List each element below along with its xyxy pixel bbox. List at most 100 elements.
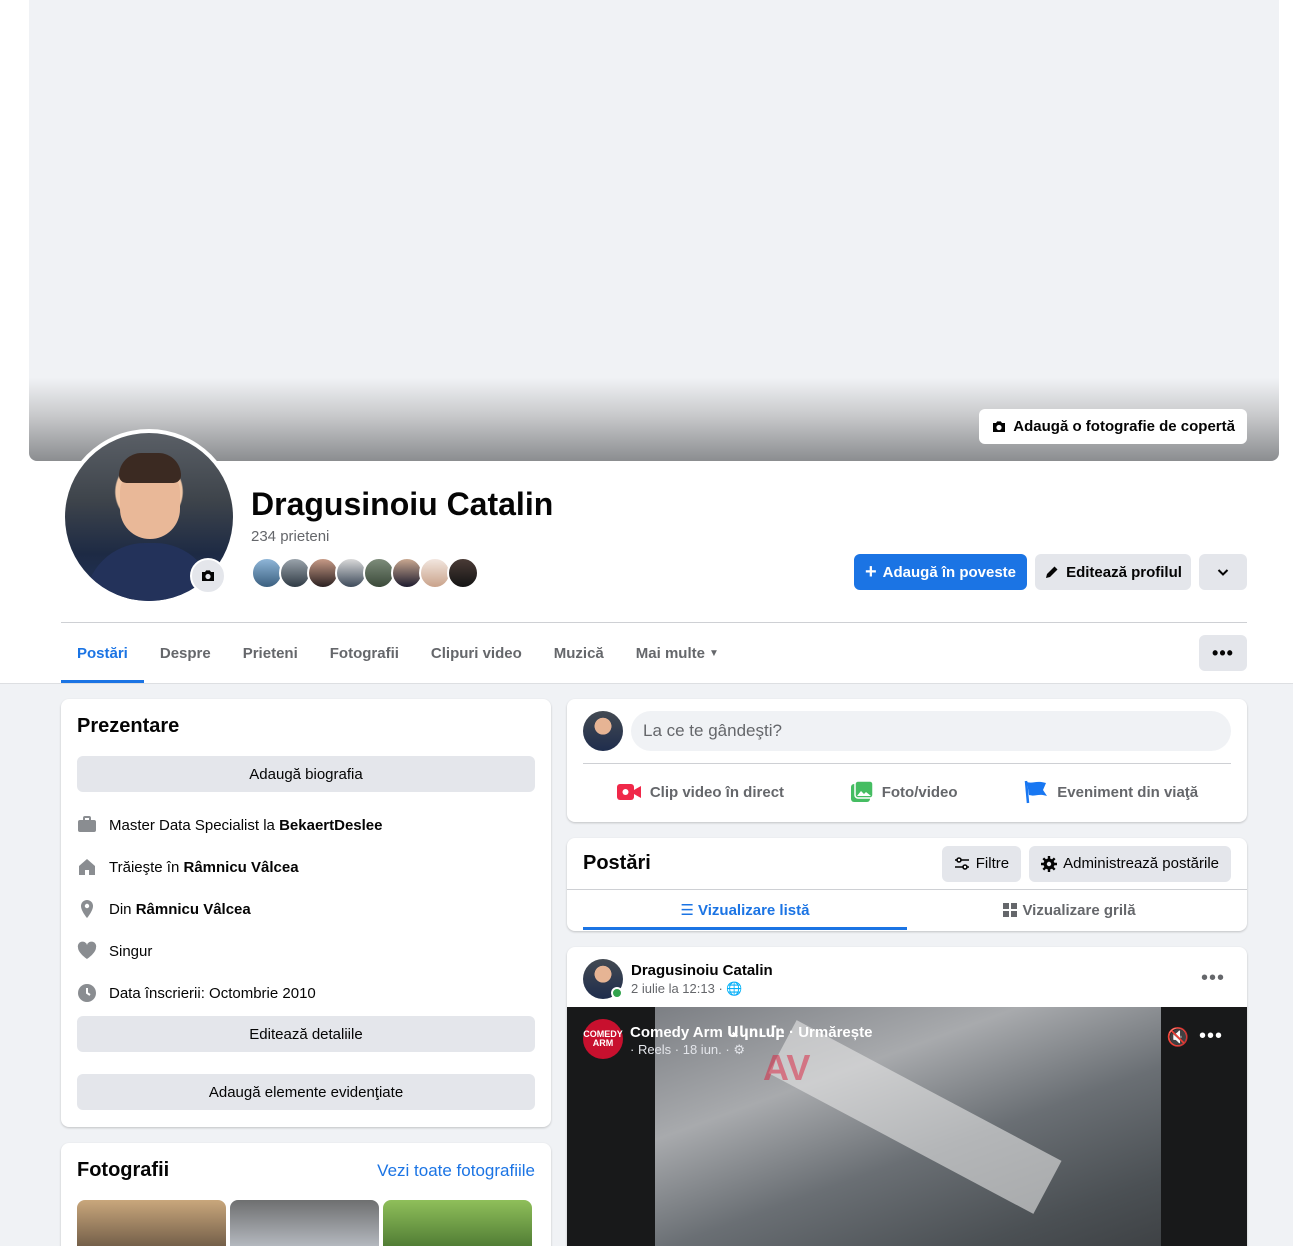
heart-icon	[77, 941, 97, 961]
pencil-icon	[1046, 566, 1058, 578]
camera-icon	[993, 420, 1006, 432]
post-meta: 2 iulie la 12:13 · 🌐	[631, 981, 773, 997]
add-bio-button[interactable]: Adaugă biografia	[77, 756, 535, 792]
grid-icon	[1003, 903, 1018, 917]
friend-avatar[interactable]	[447, 557, 479, 589]
add-cover-photo-button[interactable]: Adaugă o fotografie de copertă	[979, 409, 1247, 444]
tab-friends[interactable]: Prieteni	[227, 623, 314, 683]
post-options-button[interactable]: •••	[1201, 967, 1225, 990]
profile-options-button[interactable]	[1199, 554, 1247, 590]
caret-down-icon: ▼	[708, 647, 719, 659]
intro-relationship: Singur	[77, 930, 535, 972]
tab-posts[interactable]: Postări	[61, 623, 144, 683]
manage-posts-button[interactable]: Administrează postările	[1029, 845, 1231, 882]
live-video-button[interactable]: Clip video în direct	[616, 772, 784, 812]
tab-more[interactable]: Mai multe ▼	[620, 623, 735, 683]
online-indicator	[611, 987, 623, 999]
intro-joined: Data înscrierii: Octombrie 2010	[77, 972, 535, 1014]
camera-icon	[202, 570, 214, 581]
list-view-label: Vizualizare listă	[698, 901, 810, 919]
add-to-story-button[interactable]: + Adaugă în poveste	[854, 554, 1027, 590]
photo-thumbnail[interactable]	[77, 1200, 226, 1246]
relationship-status: Singur	[109, 942, 153, 960]
profile-name: Dragusinoiu Catalin	[251, 486, 554, 522]
photos-title: Fotografii	[77, 1159, 170, 1181]
post-time[interactable]: 2 iulie la 12:13 ·	[631, 981, 723, 996]
tab-videos[interactable]: Clipuri video	[415, 623, 538, 683]
work-company-link[interactable]: BekaertDeslee	[279, 817, 382, 834]
home-icon	[77, 857, 97, 877]
manage-posts-label: Administrează postările	[1063, 855, 1219, 872]
friend-avatars	[251, 557, 479, 589]
add-cover-photo-label: Adaugă o fotografie de copertă	[1013, 418, 1235, 435]
globe-icon: 🌐	[726, 980, 743, 996]
tab-music[interactable]: Muzică	[538, 623, 620, 683]
source-meta-text: · Reels · 18 iun. ·	[630, 1042, 730, 1057]
from-prefix: Din	[109, 900, 136, 918]
tab-photos[interactable]: Fotografii	[314, 623, 415, 683]
posts-title: Postări	[583, 852, 651, 874]
flag-icon	[1025, 780, 1048, 804]
live-video-label: Clip video în direct	[649, 783, 785, 801]
edit-profile-button[interactable]: Editează profilul	[1035, 554, 1191, 590]
grid-view-label: Vizualizare grilă	[1022, 901, 1136, 919]
filter-sliders-icon	[954, 856, 969, 870]
intro-work: Master Data Specialist la BekaertDeslee	[77, 804, 535, 846]
photo-icon	[850, 780, 874, 802]
intro-card: Prezentare Adaugă biografia Master Data …	[61, 699, 551, 1127]
add-to-story-label: Adaugă în poveste	[882, 563, 1017, 581]
grid-view-tab[interactable]: Vizualizare grilă	[907, 890, 1231, 930]
post-author[interactable]: Dragusinoiu Catalin	[631, 962, 773, 979]
posts-header-card: Postări Filtre Administrează postările ☰…	[567, 838, 1247, 931]
reel-video[interactable]: COMEDY ARM Comedy Arm Ակումբ · Urmărește…	[567, 1007, 1247, 1246]
list-icon: ☰	[680, 902, 694, 919]
mute-icon[interactable]: 🔇	[1167, 1027, 1189, 1048]
profile-tabs: Postări Despre Prieteni Fotografii Clipu…	[61, 623, 735, 683]
update-profile-picture-button[interactable]	[190, 558, 226, 594]
life-event-label: Eveniment din viaţă	[1057, 783, 1199, 801]
tab-about[interactable]: Despre	[144, 623, 227, 683]
avatar[interactable]	[583, 711, 623, 751]
from-city-link[interactable]: Râmnicu Vâlcea	[136, 901, 251, 918]
photo-thumbnail[interactable]	[383, 1200, 532, 1246]
briefcase-icon	[77, 815, 97, 835]
list-view-tab[interactable]: ☰ Vizualizare listă	[583, 890, 907, 930]
chevron-down-icon	[1217, 569, 1229, 576]
gear-icon: ⚙	[733, 1042, 745, 1057]
filters-label: Filtre	[975, 855, 1010, 872]
photo-video-button[interactable]: Foto/video	[850, 772, 958, 812]
more-dots-icon: •••	[1212, 642, 1234, 663]
source-avatar[interactable]: COMEDY ARM	[583, 1019, 623, 1059]
gear-icon	[1041, 855, 1058, 872]
photo-thumbnail[interactable]	[230, 1200, 379, 1246]
post-composer: La ce te gândeşti? Clip video în direct …	[567, 699, 1247, 822]
cover-photo: Adaugă o fotografie de copertă	[29, 0, 1279, 461]
edit-profile-label: Editează profilul	[1066, 563, 1182, 581]
video-options-button[interactable]: •••	[1199, 1025, 1223, 1048]
intro-lives: Trăieşte în Râmnicu Vâlcea	[77, 846, 535, 888]
add-featured-button[interactable]: Adaugă elemente evidenţiate	[77, 1074, 535, 1110]
see-all-photos-link[interactable]: Vezi toate fotografiile	[377, 1161, 535, 1181]
work-prefix: Master Data Specialist la	[109, 816, 280, 834]
edit-details-button[interactable]: Editează detaliile	[77, 1016, 535, 1052]
location-pin-icon	[77, 899, 97, 919]
video-watermark: AV	[763, 1047, 811, 1088]
plus-icon: +	[864, 561, 877, 583]
composer-input[interactable]: La ce te gândeşti?	[631, 711, 1231, 751]
lives-prefix: Trăieşte în	[109, 858, 184, 876]
lives-city-link[interactable]: Râmnicu Vâlcea	[183, 859, 298, 876]
tabs-more-options-button[interactable]: •••	[1199, 635, 1247, 671]
tab-more-label: Mai multe	[635, 644, 705, 662]
joined-date: Data înscrierii: Octombrie 2010	[109, 984, 316, 1002]
clock-icon	[77, 983, 97, 1003]
intro-from: Din Râmnicu Vâlcea	[77, 888, 535, 930]
live-video-icon	[616, 784, 641, 800]
filters-button[interactable]: Filtre	[941, 845, 1022, 882]
post-card: Dragusinoiu Catalin 2 iulie la 12:13 · 🌐…	[567, 947, 1247, 1246]
photo-video-label: Foto/video	[881, 783, 958, 801]
photos-card: Fotografii Vezi toate fotografiile	[61, 1143, 551, 1246]
life-event-button[interactable]: Eveniment din viaţă	[1023, 772, 1198, 812]
intro-title: Prezentare	[77, 715, 180, 737]
friends-count[interactable]: 234 prieteni	[251, 528, 329, 545]
source-title[interactable]: Comedy Arm Ակումբ · Urmărește	[630, 1023, 872, 1041]
